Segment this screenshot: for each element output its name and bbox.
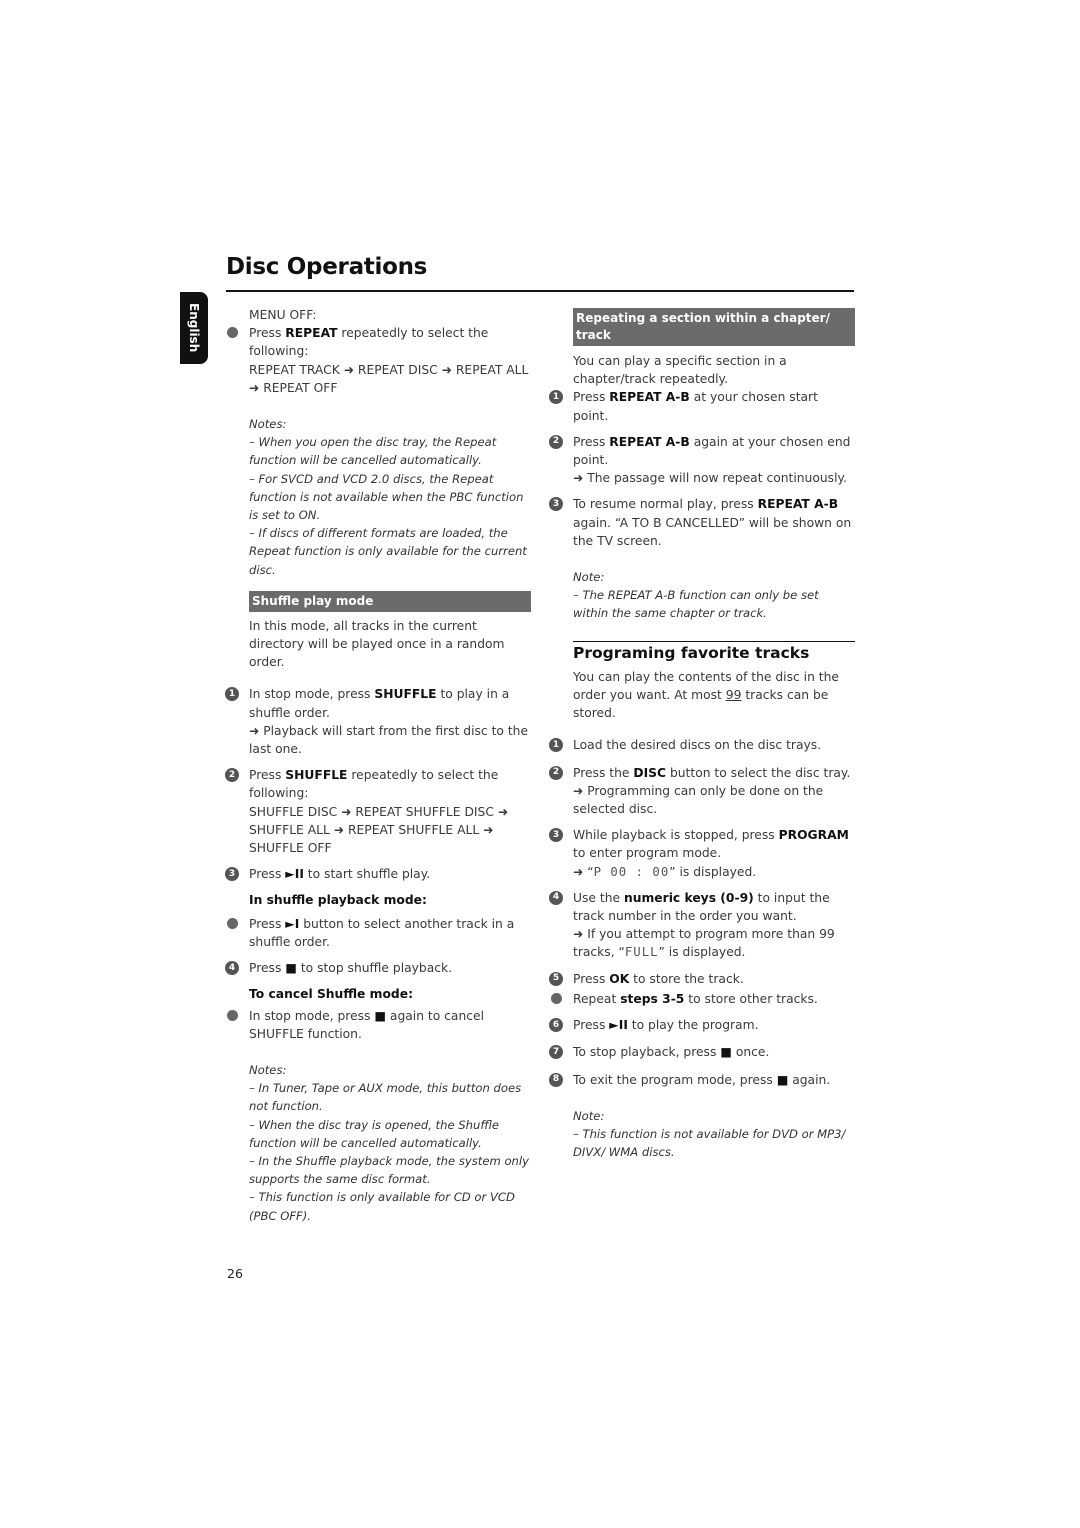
program-intro: You can play the contents of the disc in… (573, 669, 839, 721)
program-step-1: 1 Load the desired discs on the disc tra… (549, 736, 855, 754)
repeat-sequence: REPEAT TRACK ➜ REPEAT DISC ➜ REPEAT ALL … (249, 362, 529, 395)
key-program: PROGRAM (778, 828, 849, 843)
step-number-icon: 4 (225, 961, 239, 976)
lcd-display-text: FULL (624, 945, 659, 960)
ab-step-3: 3 To resume normal play, press REPEAT A-… (549, 495, 855, 550)
stop-icon: ■ (374, 1008, 386, 1023)
language-tab: English (180, 292, 208, 364)
shuffle-note: – In Tuner, Tape or AUX mode, this butto… (249, 1081, 522, 1114)
left-column: MENU OFF: Press REPEAT repeatedly to sel… (225, 306, 531, 1225)
step-number-icon: 7 (549, 1045, 563, 1060)
note-label: Note: (573, 570, 605, 585)
menu-off-label: MENU OFF: (249, 308, 317, 322)
play-pause-icon: ►II (609, 1018, 628, 1033)
program-step-7: 7 To stop playback, press ■ once. (549, 1043, 855, 1061)
ab-note: – The REPEAT A-B function can only be se… (573, 588, 819, 621)
shuffle-note: – In the Shuffle playback mode, the syst… (249, 1153, 529, 1187)
bullet-icon (227, 327, 238, 339)
repeat-note: – When you open the disc tray, the Repea… (249, 435, 497, 468)
step-number-icon: 2 (225, 768, 239, 783)
step-number-icon: 3 (549, 828, 563, 843)
title-rule (226, 290, 854, 292)
shuffle-step-1: 1 In stop mode, press SHUFFLE to play in… (225, 685, 531, 758)
program-section-heading: Programing favorite tracks (573, 640, 855, 662)
step-number-icon: 3 (225, 867, 239, 882)
bullet-icon (551, 992, 562, 1004)
ab-intro: You can play a specific section in a cha… (573, 354, 787, 387)
shuffle-note: – This function is only available for CD… (249, 1190, 515, 1223)
step-number-icon: 2 (549, 434, 563, 449)
program-step-6: 6 Press ►II to play the program. (549, 1016, 855, 1034)
step-number-icon: 3 (549, 497, 563, 512)
shuffle-sequence: SHUFFLE DISC ➜ REPEAT SHUFFLE DISC ➜ SHU… (249, 804, 509, 856)
lcd-display-text: P 00 : 00 (593, 864, 670, 879)
shuffle-step-4: 4 Press ■ to stop shuffle playback. (225, 959, 531, 977)
ab-step-2: 2 Press REPEAT A-B again at your chosen … (549, 433, 855, 488)
key-ok: OK (609, 971, 630, 986)
language-tab-label: English (187, 303, 201, 353)
stop-icon: ■ (776, 1072, 789, 1087)
right-column: Repeating a section within a chapter/ tr… (549, 308, 855, 1161)
notes-label: Notes: (249, 1062, 287, 1077)
shuffle-note: – When the disc tray is opened, the Shuf… (249, 1117, 500, 1150)
shuffle-section-heading: Shuffle play mode (249, 590, 531, 612)
repeat-note: – If discs of different formats are load… (249, 526, 527, 577)
key-repeat: REPEAT (285, 326, 338, 341)
step-result: ➜ The passage will now repeat continuous… (573, 471, 847, 486)
key-repeat-ab: REPEAT A-B (609, 434, 690, 449)
key-numeric: numeric keys (0-9) (623, 890, 754, 905)
step-number-icon: 1 (549, 390, 563, 405)
shuffle-intro: In this mode, all tracks in the current … (249, 618, 505, 670)
key-repeat-ab: REPEAT A-B (609, 390, 690, 405)
stop-icon: ■ (720, 1045, 732, 1060)
page-title: Disc Operations (226, 254, 428, 280)
cancel-shuffle-heading: To cancel Shuffle mode: (249, 987, 413, 1002)
next-track-bullet: Press ►I button to select another track … (227, 915, 531, 951)
key-shuffle: SHUFFLE (285, 768, 348, 783)
key-shuffle: SHUFFLE (374, 687, 437, 702)
program-step-2: 2 Press the DISC button to select the di… (549, 764, 855, 819)
program-step-3: 3 While playback is stopped, press PROGR… (549, 826, 855, 881)
play-pause-icon: ►II (285, 867, 304, 882)
repeat-steps-bullet: Repeat steps 3-5 to store other tracks. (551, 990, 855, 1008)
step-number-icon: 1 (549, 738, 563, 753)
repeat-bullet: Press REPEAT repeatedly to select the fo… (227, 324, 531, 397)
cancel-shuffle-bullet: In stop mode, press ■ again to cancel SH… (227, 1007, 531, 1043)
page-number: 26 (227, 1266, 243, 1281)
program-note: – This function is not available for DVD… (573, 1126, 846, 1160)
step-number-icon: 2 (549, 765, 563, 780)
program-step-8: 8 To exit the program mode, press ■ agai… (549, 1071, 855, 1089)
key-disc: DISC (633, 765, 667, 780)
step-number-icon: 4 (549, 890, 563, 905)
note-label: Note: (573, 1108, 605, 1123)
repeat-note: – For SVCD and VCD 2.0 discs, the Repeat… (249, 471, 524, 523)
max-tracks: 99 (725, 688, 742, 703)
key-repeat-ab: REPEAT A-B (757, 497, 839, 512)
shuffle-playback-heading: In shuffle playback mode: (249, 893, 427, 908)
notes-label: Notes: (249, 417, 287, 432)
stop-icon: ■ (285, 961, 297, 976)
program-step-5: 5 Press OK to store the track. (549, 970, 855, 988)
step-number-icon: 5 (549, 971, 563, 986)
program-step-4: 4 Use the numeric keys (0-9) to input th… (549, 889, 855, 962)
step-number-icon: 8 (549, 1072, 563, 1087)
step-number-icon: 1 (225, 687, 239, 702)
step-result: ➜ Programming can only be done on the se… (573, 783, 824, 817)
bullet-icon (227, 1009, 238, 1021)
shuffle-step-3: 3 Press ►II to start shuffle play. (225, 865, 531, 883)
ab-section-heading: Repeating a section within a chapter/ tr… (573, 308, 855, 346)
step-result: ➜ Playback will start from the first dis… (249, 723, 529, 757)
ab-step-1: 1 Press REPEAT A-B at your chosen start … (549, 388, 855, 424)
shuffle-step-2: 2 Press SHUFFLE repeatedly to select the… (225, 766, 531, 857)
step-number-icon: 6 (549, 1018, 563, 1033)
next-track-icon: ►I (285, 916, 300, 931)
bullet-icon (227, 917, 238, 929)
